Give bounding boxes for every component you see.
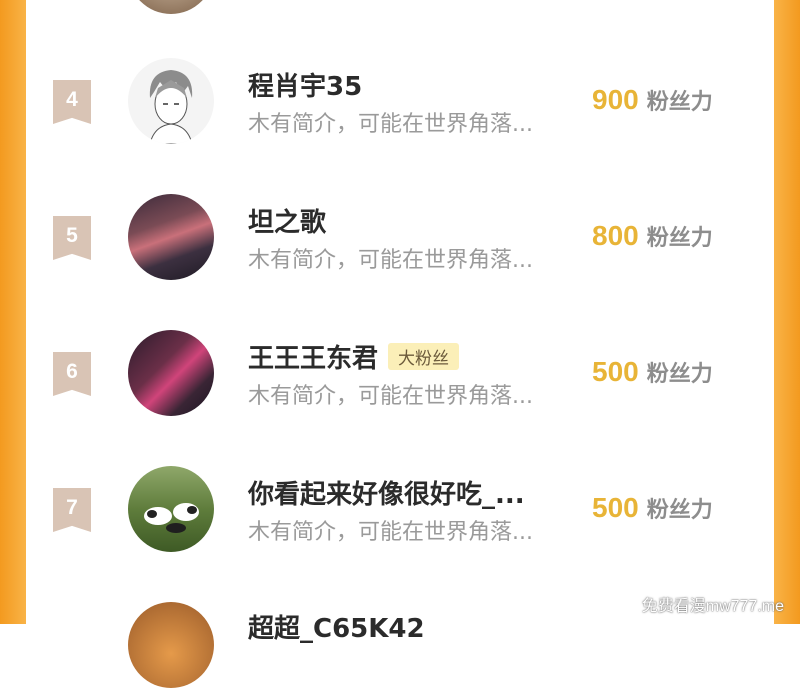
user-name[interactable]: 你看起来好像很好吃_... (248, 474, 525, 511)
fan-ranking-list: 4 程肖宇35 木有简介，可能在世界角落... 900 粉丝力 5 坦之歌 木有简… (26, 0, 774, 688)
fans-power: 900 粉丝力 (592, 84, 713, 116)
avatar[interactable] (128, 330, 214, 416)
fans-unit: 粉丝力 (646, 226, 713, 251)
fans-unit: 粉丝力 (646, 90, 713, 115)
user-name[interactable]: 坦之歌 (248, 202, 326, 239)
list-item[interactable]: 4 程肖宇35 木有简介，可能在世界角落... 900 粉丝力 (26, 28, 774, 158)
list-item[interactable]: 5 坦之歌 木有简介，可能在世界角落... 800 粉丝力 (26, 164, 774, 294)
rank-ribbon: 4 (53, 80, 91, 124)
watermark: 免费看漫mw777.me (641, 598, 784, 615)
user-name[interactable]: 王王王东君 大粉丝 (248, 338, 460, 375)
fans-unit: 粉丝力 (646, 498, 713, 523)
list-item[interactable]: 7 你看起来好像很好吃_... 木有简介，可能在世界角落... 500 粉丝力 (26, 436, 774, 566)
super-fan-badge: 大粉丝 (388, 343, 460, 370)
user-bio: 木有简介，可能在世界角落... (248, 112, 533, 137)
rank-ribbon: 6 (53, 352, 91, 396)
rank-ribbon: 5 (53, 216, 91, 260)
left-frame (0, 0, 26, 624)
avatar[interactable] (128, 466, 214, 552)
user-name[interactable]: 超超_C65K42 (248, 608, 425, 645)
fans-power: 800 粉丝力 (592, 220, 713, 252)
user-name[interactable]: 程肖宇35 (248, 66, 362, 103)
list-item[interactable]: 6 王王王东君 大粉丝 木有简介，可能在世界角落... 500 粉丝力 (26, 300, 774, 430)
fans-count: 500 (592, 356, 639, 387)
fans-unit: 粉丝力 (646, 362, 713, 387)
user-bio: 木有简介，可能在世界角落... (248, 248, 533, 273)
avatar[interactable] (128, 0, 214, 14)
avatar[interactable] (128, 58, 214, 144)
avatar[interactable] (128, 602, 214, 688)
fans-count: 500 (592, 492, 639, 523)
fans-count: 900 (592, 84, 639, 115)
fans-count: 800 (592, 220, 639, 251)
fans-power: 500 粉丝力 (592, 492, 713, 524)
rank-ribbon: 7 (53, 488, 91, 532)
user-bio: 木有简介，可能在世界角落... (248, 384, 533, 409)
fans-power: 500 粉丝力 (592, 356, 713, 388)
right-frame (774, 0, 800, 624)
user-name-text: 王王王东君 (248, 344, 379, 374)
avatar[interactable] (128, 194, 214, 280)
user-bio: 木有简介，可能在世界角落... (248, 520, 533, 545)
